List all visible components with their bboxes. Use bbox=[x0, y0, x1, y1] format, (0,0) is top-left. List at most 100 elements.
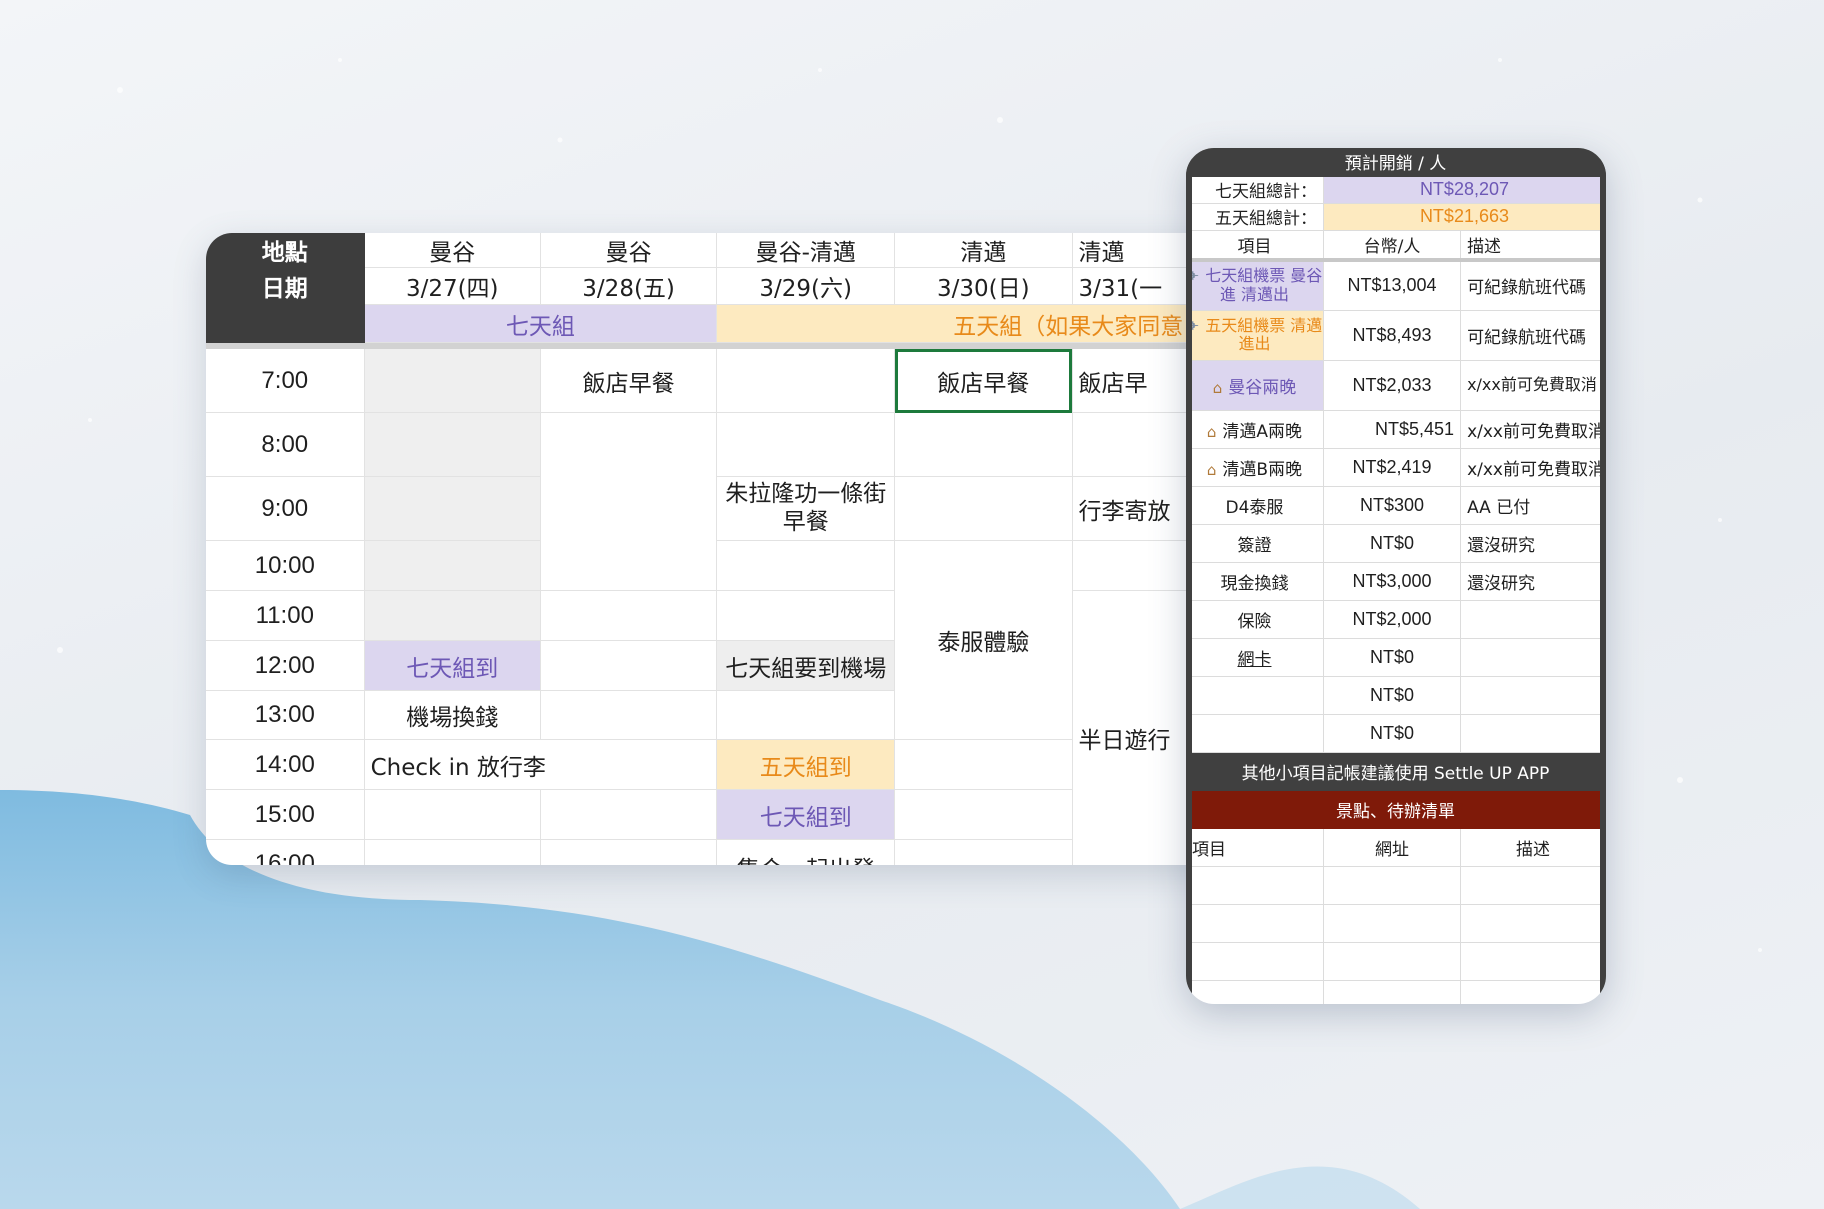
schedule-cell[interactable] bbox=[716, 348, 896, 413]
schedule-cell[interactable]: 七天組到 bbox=[364, 640, 541, 691]
time-cell[interactable]: 12:00 bbox=[206, 640, 365, 691]
spots-col-desc[interactable]: 描述 bbox=[1460, 828, 1606, 867]
time-cell[interactable]: 7:00 bbox=[206, 348, 365, 413]
spots-col-url[interactable]: 網址 bbox=[1323, 828, 1462, 867]
schedule-cell[interactable] bbox=[364, 540, 541, 591]
budget-desc-cell[interactable] bbox=[1460, 600, 1606, 639]
budget-item-cell[interactable]: ✈ 七天組機票 曼谷進 清邁出 bbox=[1186, 260, 1324, 311]
budget-item-cell[interactable]: 簽證 bbox=[1186, 524, 1324, 563]
schedule-cell[interactable] bbox=[894, 476, 1073, 541]
schedule-cell[interactable]: 七天組到 bbox=[716, 789, 896, 840]
location-cell[interactable]: 曼谷 bbox=[364, 233, 541, 268]
location-cell[interactable]: 曼谷-清邁 bbox=[716, 233, 896, 268]
schedule-cell[interactable] bbox=[540, 839, 718, 865]
spots-cell[interactable] bbox=[1186, 904, 1324, 943]
total7-label[interactable]: 七天組總計： bbox=[1186, 176, 1324, 204]
spots-cell[interactable] bbox=[1323, 904, 1462, 943]
budget-desc-cell[interactable] bbox=[1460, 638, 1606, 677]
schedule-cell[interactable] bbox=[716, 540, 896, 591]
budget-desc-cell[interactable] bbox=[1460, 714, 1606, 753]
schedule-cell[interactable] bbox=[364, 789, 541, 840]
schedule-cell[interactable]: Check in 放行李 bbox=[364, 739, 718, 790]
spots-cell[interactable] bbox=[1323, 980, 1462, 1004]
date-cell[interactable]: 3/27(四) bbox=[364, 267, 541, 305]
schedule-cell[interactable] bbox=[364, 348, 541, 413]
group5-banner[interactable]: 五天組（如果大家同意 bbox=[716, 304, 1250, 343]
location-cell[interactable]: 曼谷 bbox=[540, 233, 718, 268]
budget-desc-cell[interactable]: 還沒研究 bbox=[1460, 524, 1606, 563]
budget-item-cell[interactable]: ⌂ 清邁A兩晚 bbox=[1186, 410, 1324, 449]
budget-price-cell[interactable]: NT$0 bbox=[1323, 638, 1462, 677]
schedule-cell[interactable] bbox=[894, 412, 1073, 477]
schedule-cell[interactable] bbox=[364, 839, 541, 865]
schedule-cell[interactable] bbox=[364, 590, 541, 641]
date-cell[interactable]: 3/29(六) bbox=[716, 267, 896, 305]
schedule-cell[interactable]: 七天組要到機場 bbox=[716, 640, 896, 691]
time-cell[interactable]: 13:00 bbox=[206, 690, 365, 740]
budget-desc-cell[interactable]: AA 已付 bbox=[1460, 486, 1606, 525]
time-cell[interactable]: 8:00 bbox=[206, 412, 365, 477]
schedule-cell[interactable]: 泰服體驗 bbox=[894, 540, 1073, 740]
budget-desc-cell[interactable]: 還沒研究 bbox=[1460, 562, 1606, 601]
budget-price-cell[interactable]: NT$13,004 bbox=[1323, 260, 1462, 311]
budget-price-cell[interactable]: NT$2,419 bbox=[1323, 448, 1462, 487]
budget-item-cell[interactable]: ✈ 五天組機票 清邁進出 bbox=[1186, 310, 1324, 361]
spots-cell[interactable] bbox=[1460, 866, 1606, 905]
col-header-desc[interactable]: 描述 bbox=[1460, 230, 1606, 262]
budget-desc-cell[interactable]: x/xx前可免費取消 bbox=[1460, 360, 1606, 411]
spots-cell[interactable] bbox=[1186, 942, 1324, 981]
selected-schedule-cell[interactable]: 飯店早餐 bbox=[894, 348, 1073, 413]
spots-cell[interactable] bbox=[1460, 942, 1606, 981]
budget-price-cell[interactable]: NT$8,493 bbox=[1323, 310, 1462, 361]
schedule-cell[interactable] bbox=[540, 690, 718, 740]
budget-price-cell[interactable]: NT$0 bbox=[1323, 676, 1462, 715]
budget-price-cell[interactable]: NT$2,033 bbox=[1323, 360, 1462, 411]
total7-value[interactable]: NT$28,207 bbox=[1323, 176, 1606, 204]
schedule-cell[interactable]: 飯店早餐 bbox=[540, 348, 718, 413]
settle-up-note[interactable]: 其他小項目記帳建議使用 Settle UP APP bbox=[1186, 752, 1606, 791]
date-cell[interactable]: 3/30(日) bbox=[894, 267, 1073, 305]
schedule-cell[interactable] bbox=[716, 412, 896, 477]
time-cell[interactable]: 10:00 bbox=[206, 540, 365, 591]
budget-price-cell[interactable]: NT$300 bbox=[1323, 486, 1462, 525]
time-cell[interactable]: 14:00 bbox=[206, 739, 365, 790]
schedule-cell[interactable] bbox=[716, 690, 896, 740]
spots-cell[interactable] bbox=[1323, 866, 1462, 905]
spots-cell[interactable] bbox=[1323, 942, 1462, 981]
spots-cell[interactable] bbox=[1186, 980, 1324, 1004]
budget-desc-cell[interactable]: 可紀錄航班代碼 bbox=[1460, 310, 1606, 361]
budget-title[interactable]: 預計開銷 / 人 bbox=[1186, 148, 1606, 177]
schedule-cell[interactable] bbox=[364, 412, 541, 477]
budget-desc-cell[interactable]: x/xx前可免費取消 bbox=[1460, 410, 1606, 449]
schedule-cell[interactable] bbox=[540, 789, 718, 840]
col-header-item[interactable]: 項目 bbox=[1186, 230, 1324, 262]
spots-cell[interactable] bbox=[1186, 866, 1324, 905]
schedule-cell[interactable] bbox=[894, 839, 1073, 865]
schedule-cell[interactable] bbox=[540, 412, 718, 591]
schedule-cell[interactable] bbox=[540, 590, 718, 641]
schedule-cell[interactable] bbox=[716, 590, 896, 641]
time-cell[interactable]: 9:00 bbox=[206, 476, 365, 541]
budget-item-cell[interactable]: ⌂ 曼谷兩晚 bbox=[1186, 360, 1324, 411]
spots-cell[interactable] bbox=[1460, 980, 1606, 1004]
schedule-cell[interactable]: 集合，起出發 bbox=[716, 839, 896, 865]
total5-label[interactable]: 五天組總計： bbox=[1186, 203, 1324, 231]
budget-item-cell[interactable]: 保險 bbox=[1186, 600, 1324, 639]
schedule-cell[interactable] bbox=[894, 789, 1073, 840]
date-cell[interactable]: 3/28(五) bbox=[540, 267, 718, 305]
budget-item-cell[interactable]: ⌂ 清邁B兩晚 bbox=[1186, 448, 1324, 487]
budget-price-cell[interactable]: NT$0 bbox=[1323, 524, 1462, 563]
schedule-cell[interactable] bbox=[894, 739, 1073, 790]
total5-value[interactable]: NT$21,663 bbox=[1323, 203, 1606, 231]
spots-col-item[interactable]: 項目 bbox=[1186, 828, 1324, 867]
schedule-cell[interactable] bbox=[540, 640, 718, 691]
budget-desc-cell[interactable]: x/xx前可免費取消 bbox=[1460, 448, 1606, 487]
budget-price-cell[interactable]: NT$0 bbox=[1323, 714, 1462, 753]
budget-desc-cell[interactable]: 可紀錄航班代碼 bbox=[1460, 260, 1606, 311]
budget-item-cell[interactable] bbox=[1186, 714, 1324, 753]
schedule-cell[interactable]: 朱拉隆功一條街早餐 bbox=[716, 476, 896, 541]
budget-item-cell[interactable]: D4泰服 bbox=[1186, 486, 1324, 525]
time-cell[interactable]: 11:00 bbox=[206, 590, 365, 641]
budget-item-cell[interactable]: 網卡 bbox=[1186, 638, 1324, 677]
time-cell[interactable]: 15:00 bbox=[206, 789, 365, 840]
